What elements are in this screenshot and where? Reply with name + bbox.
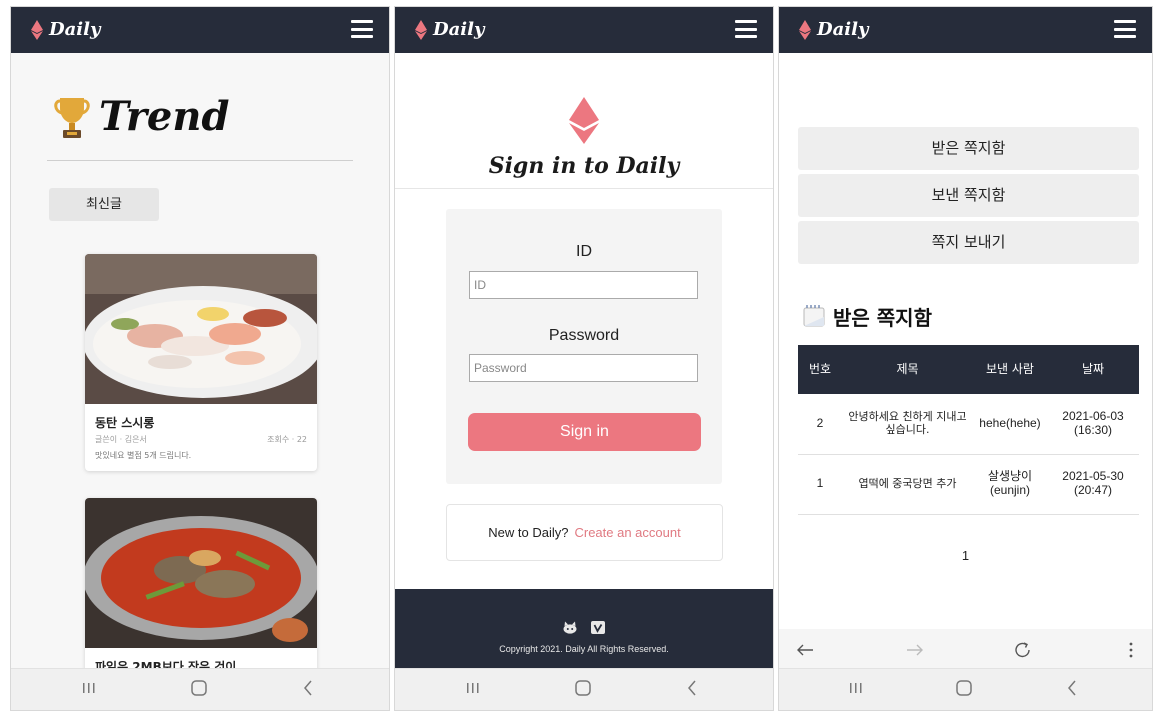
- home-icon[interactable]: [954, 678, 974, 698]
- ethereum-diamond-icon: [31, 19, 43, 40]
- recent-apps-icon[interactable]: [463, 678, 483, 698]
- android-nav-bar: [11, 668, 389, 710]
- table-row[interactable]: 1 엽떡에 중국당면 추가 살생냥이 (eunjin) 2021-05-30 (…: [798, 454, 1139, 515]
- post-card[interactable]: 파일은 2MB보다 작은 것이: [85, 498, 317, 688]
- column-sender: 보낸 사람: [973, 345, 1047, 394]
- login-form: ID Password Sign in: [446, 209, 722, 484]
- message-title[interactable]: 안녕하세요 친하게 지내고 싶습니다.: [842, 394, 973, 455]
- send-message-button[interactable]: 쪽지 보내기: [798, 221, 1139, 264]
- memo-icon: [803, 304, 825, 326]
- message-title[interactable]: 엽떡에 중국당면 추가: [842, 454, 973, 515]
- latest-posts-button[interactable]: 최신글: [49, 188, 159, 221]
- brand-name: Daily: [817, 19, 869, 40]
- message-number: 1: [798, 454, 842, 515]
- trophy-icon: [54, 97, 90, 138]
- signin-screen: Daily Sign in to Daily ID Password Sign …: [394, 6, 774, 711]
- back-icon[interactable]: [1062, 678, 1082, 698]
- message-sender: 살생냥이 (eunjin): [973, 454, 1047, 515]
- brand-logo[interactable]: Daily: [415, 19, 484, 40]
- messages-table: 번호 제목 보낸 사람 날짜 2 안녕하세요 친하게 지내고 싶습니다. heh…: [798, 345, 1139, 515]
- browser-forward-icon[interactable]: [905, 641, 925, 659]
- github-icon[interactable]: [563, 621, 577, 634]
- copyright-text: Copyright 2021. Daily All Rights Reserve…: [499, 644, 669, 654]
- column-number: 번호: [798, 345, 842, 394]
- inbox-title: 받은 쪽지함: [833, 306, 932, 330]
- browser-back-icon[interactable]: [795, 641, 815, 659]
- post-views: 조회수 · 22: [267, 435, 307, 444]
- top-bar: Daily: [779, 7, 1152, 53]
- hamburger-icon[interactable]: [735, 20, 757, 38]
- inbox-heading: 받은 쪽지함: [801, 302, 932, 331]
- home-icon[interactable]: [189, 678, 209, 698]
- ethereum-diamond-icon: [415, 19, 427, 40]
- vimeo-icon[interactable]: [590, 621, 605, 634]
- trend-title-text: Trend: [99, 93, 230, 140]
- id-input[interactable]: [469, 271, 698, 299]
- footer-icons: [395, 617, 773, 636]
- more-options-icon[interactable]: [1127, 641, 1135, 659]
- pagination-page[interactable]: 1: [779, 548, 1152, 563]
- ethereum-diamond-icon: [799, 19, 811, 40]
- recent-apps-icon[interactable]: [79, 678, 99, 698]
- create-account-box: New to Daily? Create an account: [446, 504, 723, 561]
- post-excerpt: 맛있네요 별점 5개 드립니다.: [95, 451, 192, 460]
- message-number: 2: [798, 394, 842, 455]
- id-label: ID: [576, 243, 592, 260]
- signin-header: Sign in to Daily: [395, 53, 773, 189]
- trend-screen: Daily Trend 최신글 동탄 스시롱 글쓴이 · 김은서 조회수 · 2…: [10, 6, 390, 711]
- message-date: 2021-06-03 (16:30): [1047, 394, 1139, 455]
- refresh-icon[interactable]: [1013, 641, 1033, 659]
- table-header-row: 번호 제목 보낸 사람 날짜: [798, 345, 1139, 394]
- hamburger-icon[interactable]: [1114, 20, 1136, 38]
- table-row[interactable]: 2 안녕하세요 친하게 지내고 싶습니다. hehe(hehe) 2021-06…: [798, 394, 1139, 455]
- top-bar: Daily: [11, 7, 389, 53]
- brand-name: Daily: [433, 19, 485, 40]
- post-card[interactable]: 동탄 스시롱 글쓴이 · 김은서 조회수 · 22 맛있네요 별점 5개 드립니…: [85, 254, 317, 471]
- android-nav-bar: [395, 668, 773, 710]
- column-title: 제목: [842, 345, 973, 394]
- home-icon[interactable]: [573, 678, 593, 698]
- recent-apps-icon[interactable]: [846, 678, 866, 698]
- message-sender: hehe(hehe): [973, 394, 1047, 455]
- new-to-daily-text: New to Daily?: [488, 525, 569, 540]
- signin-title: Sign in to Daily: [488, 153, 680, 179]
- password-label: Password: [548, 327, 620, 344]
- android-nav-bar: [779, 668, 1152, 710]
- hotpot-photo: [85, 498, 317, 648]
- ethereum-diamond-icon: [569, 97, 599, 144]
- messages-screen: Daily 받은 쪽지함 보낸 쪽지함 쪽지 보내기 받은 쪽지함 번호 제목 …: [778, 6, 1153, 711]
- create-account-link[interactable]: Create an account: [574, 525, 680, 540]
- footer: Copyright 2021. Daily All Rights Reserve…: [395, 589, 773, 670]
- message-date: 2021-05-30 (20:47): [1047, 454, 1139, 515]
- browser-toolbar: [779, 629, 1152, 671]
- top-bar: Daily: [395, 7, 773, 53]
- sent-messages-button[interactable]: 보낸 쪽지함: [798, 174, 1139, 217]
- password-input[interactable]: [469, 354, 698, 382]
- column-date: 날짜: [1047, 345, 1139, 394]
- back-icon[interactable]: [298, 678, 318, 698]
- divider: [47, 160, 353, 161]
- hamburger-icon[interactable]: [351, 20, 373, 38]
- brand-name: Daily: [49, 19, 101, 40]
- post-author: 글쓴이 · 김은서: [95, 435, 147, 444]
- sushi-photo: [85, 254, 317, 404]
- signin-button[interactable]: Sign in: [468, 413, 701, 451]
- page-title: Trend: [53, 93, 229, 140]
- brand-logo[interactable]: Daily: [31, 19, 100, 40]
- back-icon[interactable]: [682, 678, 702, 698]
- post-title: 동탄 스시롱: [95, 416, 155, 430]
- brand-logo[interactable]: Daily: [799, 19, 868, 40]
- received-messages-button[interactable]: 받은 쪽지함: [798, 127, 1139, 170]
